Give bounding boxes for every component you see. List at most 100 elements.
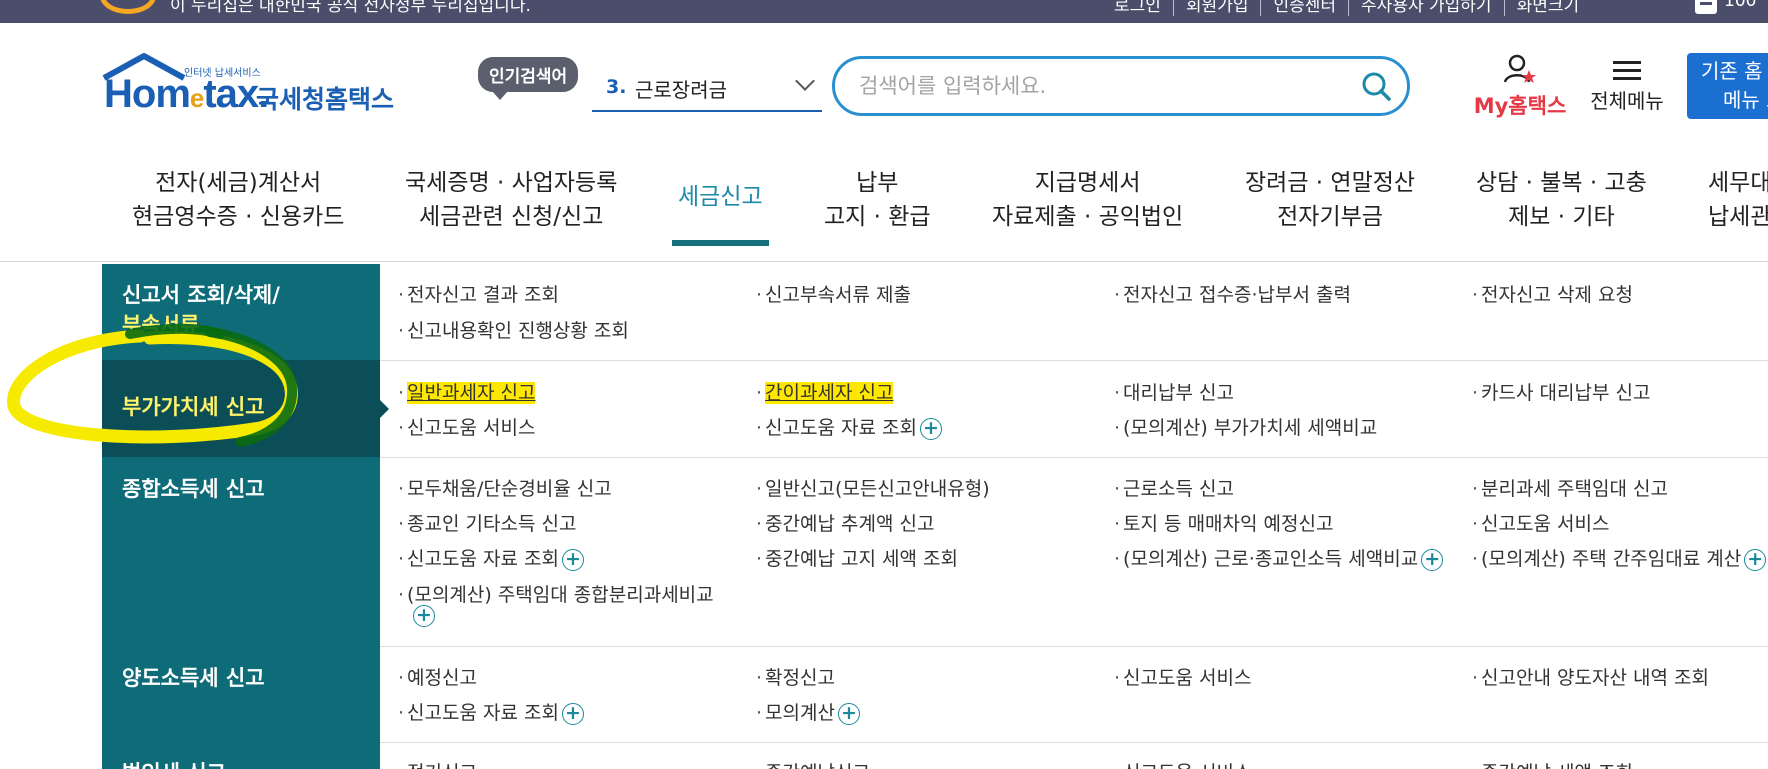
link-simple-taxpayer[interactable]: 간이과세자 신고 — [756, 378, 894, 405]
link-corp-interim-inquiry[interactable]: 중간예납 세액 조회 — [1472, 758, 1633, 769]
plus-icon[interactable]: + — [1744, 548, 1767, 571]
government-mark-icon — [100, 0, 156, 14]
plus-icon[interactable]: + — [919, 417, 942, 440]
my-hometax-button[interactable]: My홈택스 — [1470, 54, 1570, 120]
nav-tax-certificate[interactable]: 국세증명 · 사업자등록 세금관련 신청/신고 — [405, 166, 617, 234]
popular-keyword-select[interactable]: 3. 근로장려금 — [592, 70, 822, 112]
side-item-label: 종합소득세 신고 — [122, 477, 265, 501]
side-item-income[interactable]: 종합소득세 신고 — [102, 474, 380, 504]
link-rental-simulation[interactable]: (모의계산) 주택 간주임대료 계산+ — [1472, 544, 1767, 571]
link-transfer-help-service[interactable]: 신고도움 서비스 — [1114, 663, 1251, 690]
link-progress-inquiry[interactable]: 신고내용확인 진행상황 조회 — [398, 316, 629, 343]
nav-label: 현금영수증 · 신용카드 — [132, 204, 345, 230]
side-item-transfer[interactable]: 양도소득세 신고 — [102, 663, 380, 693]
nav-label: 장려금 · 연말정산 — [1245, 170, 1416, 196]
plus-icon[interactable]: + — [1421, 548, 1444, 571]
side-item-inquiry[interactable]: 신고서 조회/삭제/ 부속서류 — [102, 280, 380, 340]
link-submit-attachments[interactable]: 신고부속서류 제출 — [756, 280, 911, 307]
nav-tax-agent[interactable]: 세무대 납세관 — [1708, 166, 1768, 234]
link-corp-interim[interactable]: 중간예납신고 — [756, 758, 870, 769]
nav-label: 세금신고 — [678, 184, 763, 210]
link-interim-estimate[interactable]: 중간예납 추계액 신고 — [756, 509, 934, 536]
link-card-proxy-payment[interactable]: 카드사 대리납부 신고 — [1472, 378, 1650, 405]
search-box — [832, 56, 1410, 116]
plus-icon[interactable]: + — [413, 605, 435, 627]
link-income-help-service[interactable]: 신고도움 서비스 — [1472, 509, 1609, 536]
row-divider — [380, 742, 1768, 743]
signup-link[interactable]: 회원가입 — [1172, 0, 1261, 16]
nav-payment-statement[interactable]: 지급명세서 자료제출 · 공익법인 — [992, 166, 1183, 234]
logo-e-part: e — [189, 83, 205, 113]
link-interim-notice[interactable]: 중간예납 고지 세액 조회 — [756, 544, 958, 571]
search-input[interactable] — [859, 71, 1329, 101]
logo-home-part: Hom — [104, 72, 191, 116]
link-vat-simulation[interactable]: (모의계산) 부가가치세 세액비교 — [1114, 413, 1377, 440]
nav-label: 세금관련 신청/신고 — [419, 204, 604, 230]
link-transfer-simulation[interactable]: 모의계산+ — [756, 698, 860, 725]
side-item-label: 신고서 조회/삭제/ — [122, 283, 280, 307]
plus-icon[interactable]: + — [837, 702, 860, 725]
link-general-taxpayer[interactable]: 일반과세자 신고 — [398, 378, 536, 405]
plus-icon[interactable]: + — [561, 702, 584, 725]
all-menu-button[interactable]: 전체메뉴 — [1582, 56, 1672, 114]
side-item-label: 부속서류 — [122, 313, 200, 337]
link-delete-request[interactable]: 전자신고 삭제 요청 — [1472, 280, 1633, 307]
zoom-value: 100 — [1724, 0, 1757, 11]
link-text: 간이과세자 신고 — [765, 382, 894, 404]
link-income-help-data[interactable]: 신고도움 자료 조회+ — [398, 544, 584, 571]
side-item-label: 법인세 신고 — [122, 761, 226, 769]
logo-korean-name: 국세청홈택스 — [256, 85, 395, 114]
link-rental-compare[interactable]: (모의계산) 주택임대 종합분리과세비교 — [398, 580, 714, 607]
link-text: 신고도움 자료 조회 — [407, 702, 559, 724]
login-link[interactable]: 로그인 — [1102, 0, 1173, 16]
link-earned-income[interactable]: 근로소득 신고 — [1114, 474, 1234, 501]
link-corp-help-service[interactable]: 신고도움 서비스 — [1114, 758, 1251, 769]
link-preliminary[interactable]: 예정신고 — [398, 663, 477, 690]
row-divider — [380, 457, 1768, 458]
selected-arrow-icon — [380, 400, 389, 418]
nav-label: 전자(세금)계산서 — [155, 170, 322, 196]
link-text: 신고도움 자료 조회 — [765, 417, 917, 439]
link-receipt-print[interactable]: 전자신고 접수증·납부서 출력 — [1114, 280, 1351, 307]
link-text: 신고도움 자료 조회 — [407, 548, 559, 570]
chevron-down-icon — [795, 71, 815, 91]
nav-incentive[interactable]: 장려금 · 연말정산 전자기부금 — [1245, 166, 1415, 234]
nav-label: 제보 · 기타 — [1508, 204, 1615, 230]
nav-label: 전자기부금 — [1277, 204, 1383, 230]
gov-notice: 이 누리집은 대한민국 공식 전자정부 누리집입니다. — [170, 0, 531, 16]
link-e-filing-result[interactable]: 전자신고 결과 조회 — [398, 280, 559, 307]
popular-search-badge: 인기검색어 — [478, 57, 579, 100]
link-text: 일반과세자 신고 — [407, 382, 536, 404]
link-land-gain[interactable]: 토지 등 매매차익 예정신고 — [1114, 509, 1333, 536]
nav-consult[interactable]: 상담 · 불복 · 고충 제보 · 기타 — [1476, 166, 1647, 234]
cert-center-link[interactable]: 인증센터 — [1260, 0, 1348, 16]
nav-e-invoice[interactable]: 전자(세금)계산서 현금영수증 · 신용카드 — [132, 166, 344, 234]
nav-payment[interactable]: 납부 고지 · 환급 — [824, 166, 931, 234]
link-proxy-payment[interactable]: 대리납부 신고 — [1114, 378, 1234, 405]
link-all-fill[interactable]: 모두채움/단순경비율 신고 — [398, 474, 612, 501]
row-divider — [380, 646, 1768, 647]
link-religious-income[interactable]: 종교인 기타소득 신고 — [398, 509, 576, 536]
link-earned-simulation[interactable]: (모의계산) 근로·종교인소득 세액비교+ — [1114, 544, 1444, 571]
side-item-vat[interactable]: 부가가치세 신고 — [102, 360, 380, 457]
side-item-corp[interactable]: 법인세 신고 — [102, 758, 380, 769]
screen-size-label: 화면크기 — [1503, 0, 1592, 16]
zoom-out-button[interactable] — [1695, 0, 1717, 14]
link-transfer-help-data[interactable]: 신고도움 자료 조회+ — [398, 698, 584, 725]
link-vat-help-service[interactable]: 신고도움 서비스 — [398, 413, 535, 440]
plus-icon[interactable]: + — [561, 548, 584, 571]
link-final[interactable]: 확정신고 — [756, 663, 835, 690]
link-transfer-asset-inquiry[interactable]: 신고안내 양도자산 내역 조회 — [1472, 663, 1709, 690]
old-menu-button[interactable]: 기존 홈 메뉴 보 — [1687, 53, 1768, 119]
link-corp-regular[interactable]: 정기신고 — [398, 758, 477, 769]
main-user-signup-link[interactable]: 주사용자 가입하기 — [1348, 0, 1504, 16]
link-vat-help-data[interactable]: 신고도움 자료 조회+ — [756, 413, 942, 440]
link-general-filing[interactable]: 일반신고(모든신고안내유형) — [756, 474, 990, 501]
search-icon[interactable] — [1359, 69, 1393, 103]
hometax-logo[interactable]: 인터넷 납세서비스 Hometax. 국세청홈택스 — [102, 52, 402, 122]
keyword-text: 근로장려금 — [635, 78, 727, 102]
nav-tax-filing[interactable]: 세금신고 — [678, 180, 763, 214]
link-separate-rental[interactable]: 분리과세 주택임대 신고 — [1472, 474, 1668, 501]
nav-label: 고지 · 환급 — [824, 204, 931, 230]
nav-label: 자료제출 · 공익법인 — [992, 204, 1184, 230]
